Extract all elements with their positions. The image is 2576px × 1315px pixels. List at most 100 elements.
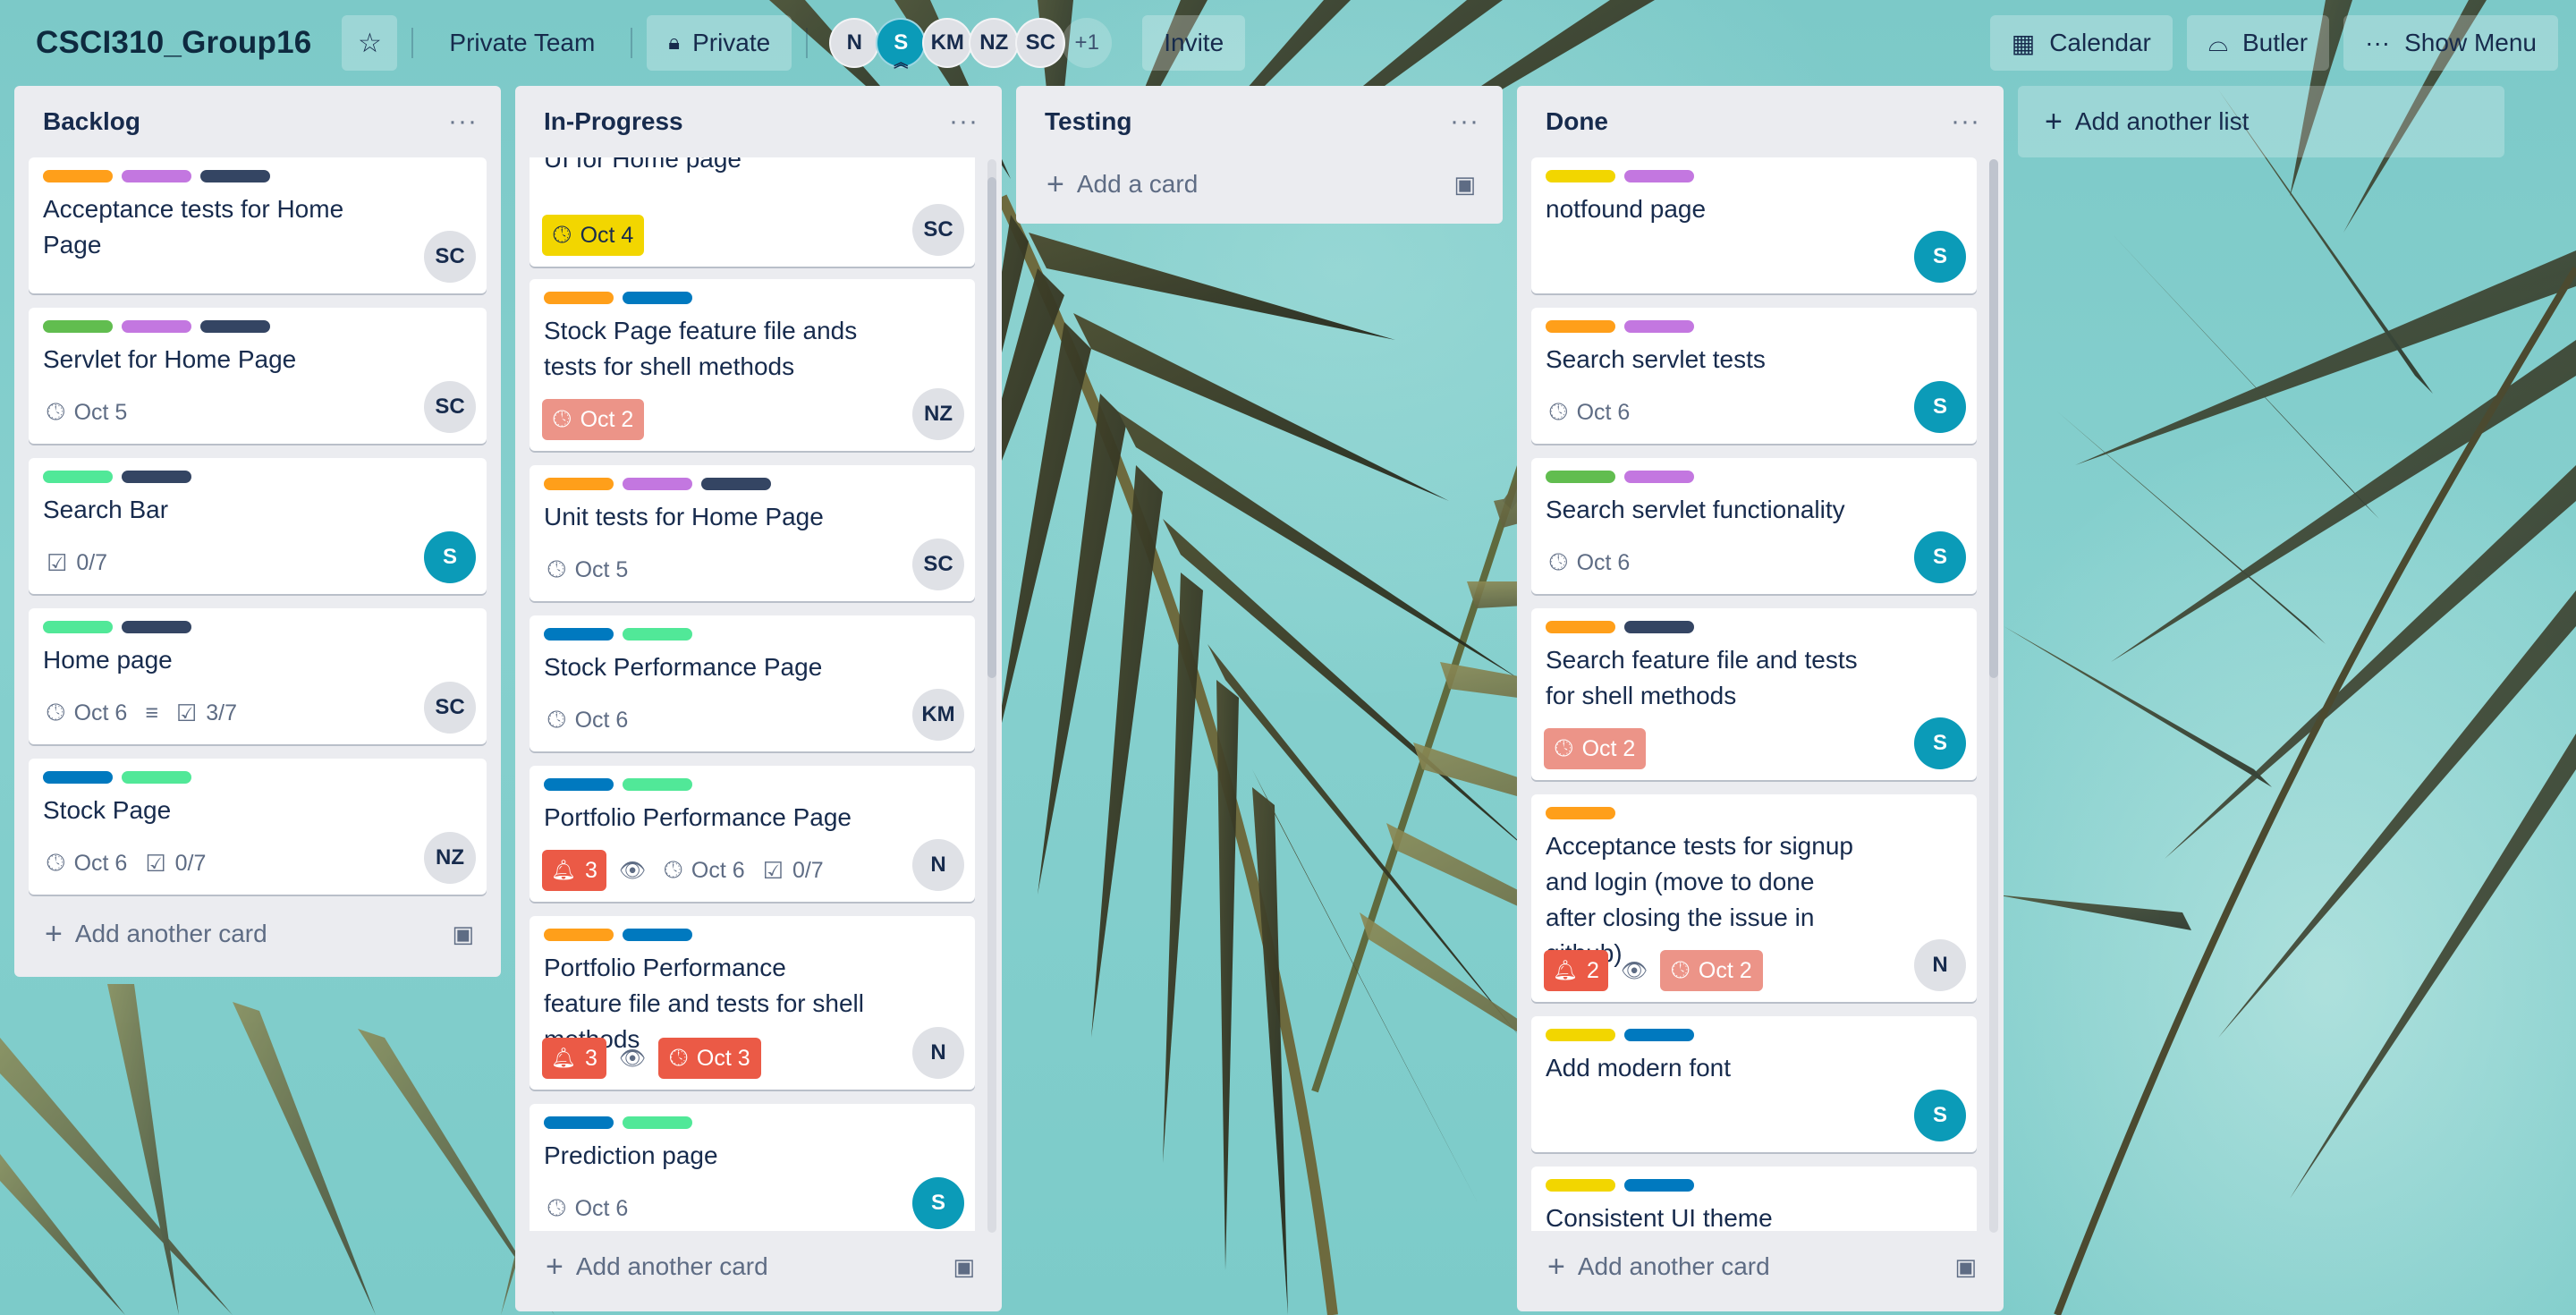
due-date-badge[interactable]: 🕓︎ Oct 6 (1544, 542, 1635, 583)
add-card-button[interactable]: + Add another card ▣ (1531, 1240, 1989, 1294)
due-date-badge[interactable]: 🕓︎ Oct 6 (41, 692, 132, 734)
card-member-avatar[interactable]: N (1914, 939, 1966, 991)
card[interactable]: notfound page S (1531, 157, 1977, 293)
card-label[interactable] (544, 1116, 614, 1129)
avatar[interactable]: KM (922, 18, 973, 68)
card-label[interactable] (1546, 621, 1615, 633)
card-label[interactable] (1546, 471, 1615, 483)
scrollbar-thumb[interactable] (987, 177, 996, 678)
list-menu-icon[interactable]: ··· (949, 108, 979, 135)
card[interactable]: Home page 🕓︎ Oct 6 ≡ ☑︎ 3/7 SC (29, 608, 487, 744)
card-label[interactable] (544, 778, 614, 791)
card-label[interactable] (1624, 1029, 1694, 1041)
list-menu-icon[interactable]: ··· (1450, 108, 1479, 135)
card-member-avatar[interactable]: S (1914, 1090, 1966, 1141)
card-label[interactable] (1546, 320, 1615, 333)
card-label[interactable] (701, 478, 771, 490)
card-label[interactable] (122, 771, 191, 784)
card-label[interactable] (1546, 1029, 1615, 1041)
card[interactable]: Portfolio Performance feature file and t… (530, 916, 975, 1090)
calendar-button[interactable]: ▦ Calendar (1989, 15, 2173, 71)
card-member-avatar[interactable]: N (912, 839, 964, 891)
card[interactable]: Add modern font S (1531, 1016, 1977, 1152)
card-label[interactable] (544, 292, 614, 304)
card-label[interactable] (122, 320, 191, 333)
due-date-badge[interactable]: 🕓︎ Oct 4 (542, 215, 645, 256)
card-label[interactable] (43, 320, 113, 333)
due-date-badge[interactable]: 🕓︎ Oct 5 (41, 392, 132, 433)
card-label[interactable] (1546, 170, 1615, 182)
board-title[interactable]: CSCI310_Group16 (36, 25, 311, 61)
card-label[interactable] (200, 320, 270, 333)
card-member-avatar[interactable]: NZ (912, 388, 964, 440)
card[interactable]: Search Bar ☑︎ 0/7 S (29, 458, 487, 594)
list-menu-icon[interactable]: ··· (1951, 108, 1980, 135)
add-list-button[interactable]: + Add another list (2018, 86, 2504, 157)
card-member-avatar[interactable]: SC (424, 381, 476, 433)
card-label[interactable] (1546, 1179, 1615, 1192)
list-title[interactable]: Done (1546, 107, 1608, 136)
list-title[interactable]: Backlog (43, 107, 140, 136)
team-button[interactable]: Private Team (428, 15, 616, 71)
card-template-icon[interactable]: ▣ (452, 920, 474, 948)
scrollbar[interactable] (987, 159, 996, 1233)
card-label[interactable] (544, 929, 614, 941)
card-member-avatar[interactable]: KM (912, 689, 964, 741)
add-card-button[interactable]: + Add a card ▣ (1030, 157, 1488, 211)
card-label[interactable] (122, 170, 191, 182)
card-label[interactable] (43, 471, 113, 483)
invite-button[interactable]: Invite (1142, 15, 1246, 71)
card-label[interactable] (544, 478, 614, 490)
card[interactable]: Stock Page feature file ands tests for s… (530, 279, 975, 451)
add-card-button[interactable]: + Add another card ▣ (530, 1240, 987, 1294)
due-date-badge[interactable]: 🕓︎ Oct 2 (542, 399, 645, 440)
avatar[interactable]: S ︽ (876, 18, 927, 71)
card-label[interactable] (623, 628, 692, 641)
scrollbar[interactable] (1989, 159, 1998, 1233)
card[interactable]: Stock Performance Page 🕓︎ Oct 6 KM (530, 615, 975, 751)
card-member-avatar[interactable]: S (424, 531, 476, 583)
avatar[interactable]: N (829, 18, 880, 68)
card-label[interactable] (623, 478, 692, 490)
card-member-avatar[interactable]: SC (912, 204, 964, 256)
card-member-avatar[interactable]: S (1914, 531, 1966, 583)
card-template-icon[interactable]: ▣ (1954, 1253, 1977, 1281)
visibility-button[interactable]: 🔒︎ Private (647, 15, 792, 71)
card-template-icon[interactable]: ▣ (953, 1253, 975, 1281)
due-date-badge[interactable]: 🕓︎ Oct 2 (1660, 950, 1763, 991)
card-label[interactable] (623, 778, 692, 791)
card-label[interactable] (122, 621, 191, 633)
card-member-avatar[interactable]: N (912, 1027, 964, 1079)
card[interactable]: Unit tests for Home Page 🕓︎ Oct 5 SC (530, 465, 975, 601)
card-member-avatar[interactable]: NZ (424, 832, 476, 884)
card-label[interactable] (43, 771, 113, 784)
due-date-badge[interactable]: 🕓︎ Oct 6 (1544, 392, 1635, 433)
due-date-badge[interactable]: 🕓︎ Oct 2 (1544, 728, 1647, 769)
add-card-button[interactable]: + Add another card ▣ (29, 907, 487, 961)
card-member-avatar[interactable]: S (1914, 717, 1966, 769)
card[interactable]: Search servlet tests 🕓︎ Oct 6 S (1531, 308, 1977, 444)
card-label[interactable] (200, 170, 270, 182)
card-member-avatar[interactable]: SC (424, 682, 476, 734)
card[interactable]: Acceptance tests for Home Page SC (29, 157, 487, 293)
butler-button[interactable]: ⌓ Butler (2186, 15, 2330, 71)
scrollbar-thumb[interactable] (1989, 159, 1998, 678)
more-members-button[interactable]: +1 (1062, 18, 1113, 68)
due-date-badge[interactable]: 🕓︎ Oct 6 (41, 843, 132, 884)
card[interactable]: Servlet for Home Page 🕓︎ Oct 5 SC (29, 308, 487, 444)
card-member-avatar[interactable]: S (912, 1177, 964, 1229)
card[interactable]: Stock Page 🕓︎ Oct 6 ☑︎ 0/7 NZ (29, 759, 487, 895)
avatar[interactable]: NZ (969, 18, 1020, 68)
due-date-badge[interactable]: 🕓︎ Oct 5 (542, 549, 633, 590)
card-label[interactable] (623, 1116, 692, 1129)
card-label[interactable] (1624, 320, 1694, 333)
card-member-avatar[interactable]: S (1914, 381, 1966, 433)
card-label[interactable] (544, 628, 614, 641)
card-label[interactable] (43, 621, 113, 633)
card-label[interactable] (1624, 170, 1694, 182)
card-label[interactable] (623, 292, 692, 304)
card-label[interactable] (1624, 471, 1694, 483)
card-member-avatar[interactable]: SC (424, 231, 476, 283)
list-menu-icon[interactable]: ··· (448, 108, 478, 135)
card[interactable]: UI for Home page 🕓︎ Oct 4 SC (530, 157, 975, 267)
